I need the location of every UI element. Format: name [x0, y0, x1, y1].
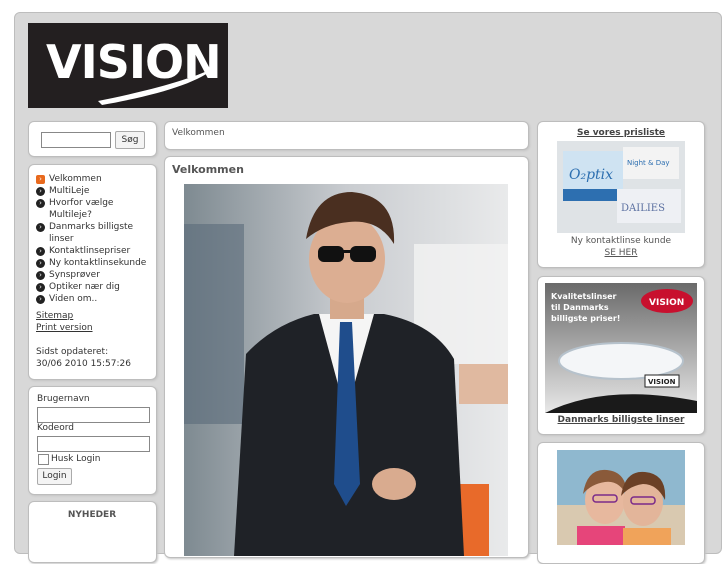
ad-text-line3: billigste priser!: [551, 314, 620, 323]
updated-value: 30/06 2010 15:57:26: [36, 359, 131, 369]
nav-item-multileje[interactable]: › MultiLeje: [36, 185, 152, 197]
username-field[interactable]: [37, 407, 150, 423]
nav-item-velkommen[interactable]: › Velkommen: [36, 173, 152, 185]
page-title: Velkommen: [172, 163, 244, 176]
arrow-icon: ›: [36, 270, 45, 280]
news-title: NYHEDER: [67, 510, 117, 520]
password-field[interactable]: [37, 436, 150, 452]
arrow-icon: ›: [36, 246, 45, 256]
arrow-icon: ›: [36, 282, 45, 292]
new-customer-text: Ny kontaktlinse kunde: [570, 236, 672, 246]
search-button[interactable]: Søg: [115, 131, 145, 149]
logo-swoosh-icon: [98, 67, 216, 105]
lens-packages-image: O₂ptix Night & Day DAILIES: [557, 141, 685, 233]
arrow-icon: ›: [36, 198, 45, 208]
children-photo-image: [557, 450, 685, 545]
nav-item-hvorfor[interactable]: › Hvorfor vælge Multileje?: [36, 197, 152, 221]
featured-photo: [184, 184, 508, 556]
print-version-link[interactable]: Print version: [36, 323, 93, 333]
ad-small-badge: VISION: [648, 378, 676, 386]
nav-item-optiker[interactable]: › Optiker nær dig: [36, 281, 152, 293]
login-button[interactable]: Login: [37, 468, 72, 485]
nav-item-label: Danmarks billigste linser: [49, 222, 134, 244]
nav-item-label: Velkommen: [49, 174, 102, 184]
search-box: Søg: [28, 121, 157, 157]
product-name-optix: O₂ptix: [569, 167, 613, 183]
nav-item-label: Optiker nær dig: [49, 282, 120, 292]
news-box: NYHEDER: [28, 501, 157, 563]
nav-item-label: Ny kontaktlinsekunde: [49, 258, 147, 268]
nav-item-billigste[interactable]: › Danmarks billigste linser: [36, 221, 152, 245]
password-label: Kodeord: [37, 423, 74, 433]
nav-item-label: Viden om..: [49, 294, 98, 304]
arrow-icon: ›: [36, 222, 45, 232]
remember-label: Husk Login: [51, 454, 101, 464]
arrow-icon: ›: [36, 294, 45, 304]
arrow-icon: ›: [36, 174, 45, 184]
ad-text-line1: Kvalitetslinser: [551, 292, 617, 301]
ad-text-line2: til Danmarks: [551, 303, 609, 312]
updated-label: Sidst opdateret:: [36, 347, 109, 357]
see-here-link[interactable]: SE HER: [538, 248, 704, 258]
ad-box: Kvalitetslinser til Danmarks billigste p…: [537, 276, 705, 435]
nav-item-label: MultiLeje: [49, 186, 90, 196]
pricelist-box: Se vores prisliste O₂ptix Night & Day DA…: [537, 121, 705, 268]
lens-ad-image: Kvalitetslinser til Danmarks billigste p…: [545, 283, 697, 413]
nav-item-synsproever[interactable]: › Synsprøver: [36, 269, 152, 281]
nav-item-label: Kontaktlinsepriser: [49, 246, 131, 256]
product-boxes-image[interactable]: O₂ptix Night & Day DAILIES: [557, 141, 685, 233]
remember-checkbox[interactable]: [38, 454, 49, 465]
sitemap-link[interactable]: Sitemap: [36, 311, 73, 321]
navigation-box: › Velkommen › MultiLeje › Hvorfor vælge Mul…: [28, 164, 157, 380]
login-box: Brugernavn Kodeord Husk Login Login: [28, 386, 157, 495]
children-photo[interactable]: [557, 450, 685, 545]
nav-item-ny-kunde[interactable]: › Ny kontaktlinsekunde: [36, 257, 152, 269]
kids-box: [537, 442, 705, 564]
search-input[interactable]: [41, 132, 111, 148]
arrow-icon: ›: [36, 186, 45, 196]
nav-item-priser[interactable]: › Kontaktlinsepriser: [36, 245, 152, 257]
nav-item-label: Hvorfor vælge Multileje?: [49, 198, 114, 220]
username-label: Brugernavn: [37, 394, 90, 404]
pricelist-link[interactable]: Se vores prisliste: [538, 128, 704, 138]
nav-item-label: Synsprøver: [49, 270, 100, 280]
main-content: Velkommen: [164, 156, 529, 558]
breadcrumb-current: Velkommen: [172, 128, 225, 138]
product-name-night-day: Night & Day: [627, 159, 670, 167]
ad-badge: VISION: [649, 298, 684, 308]
breadcrumb: Velkommen: [164, 121, 529, 150]
cheapest-lenses-link[interactable]: Danmarks billigste linser: [538, 415, 704, 425]
product-name-dailies: DAILIES: [621, 203, 665, 214]
person-photo-image: [184, 184, 508, 556]
site-logo[interactable]: VISION: [28, 23, 228, 108]
arrow-icon: ›: [36, 258, 45, 268]
nav-item-viden[interactable]: › Viden om..: [36, 293, 152, 305]
nav-menu: › Velkommen › MultiLeje › Hvorfor vælge Mul…: [36, 173, 152, 305]
lens-ad-banner[interactable]: Kvalitetslinser til Danmarks billigste p…: [545, 283, 697, 413]
